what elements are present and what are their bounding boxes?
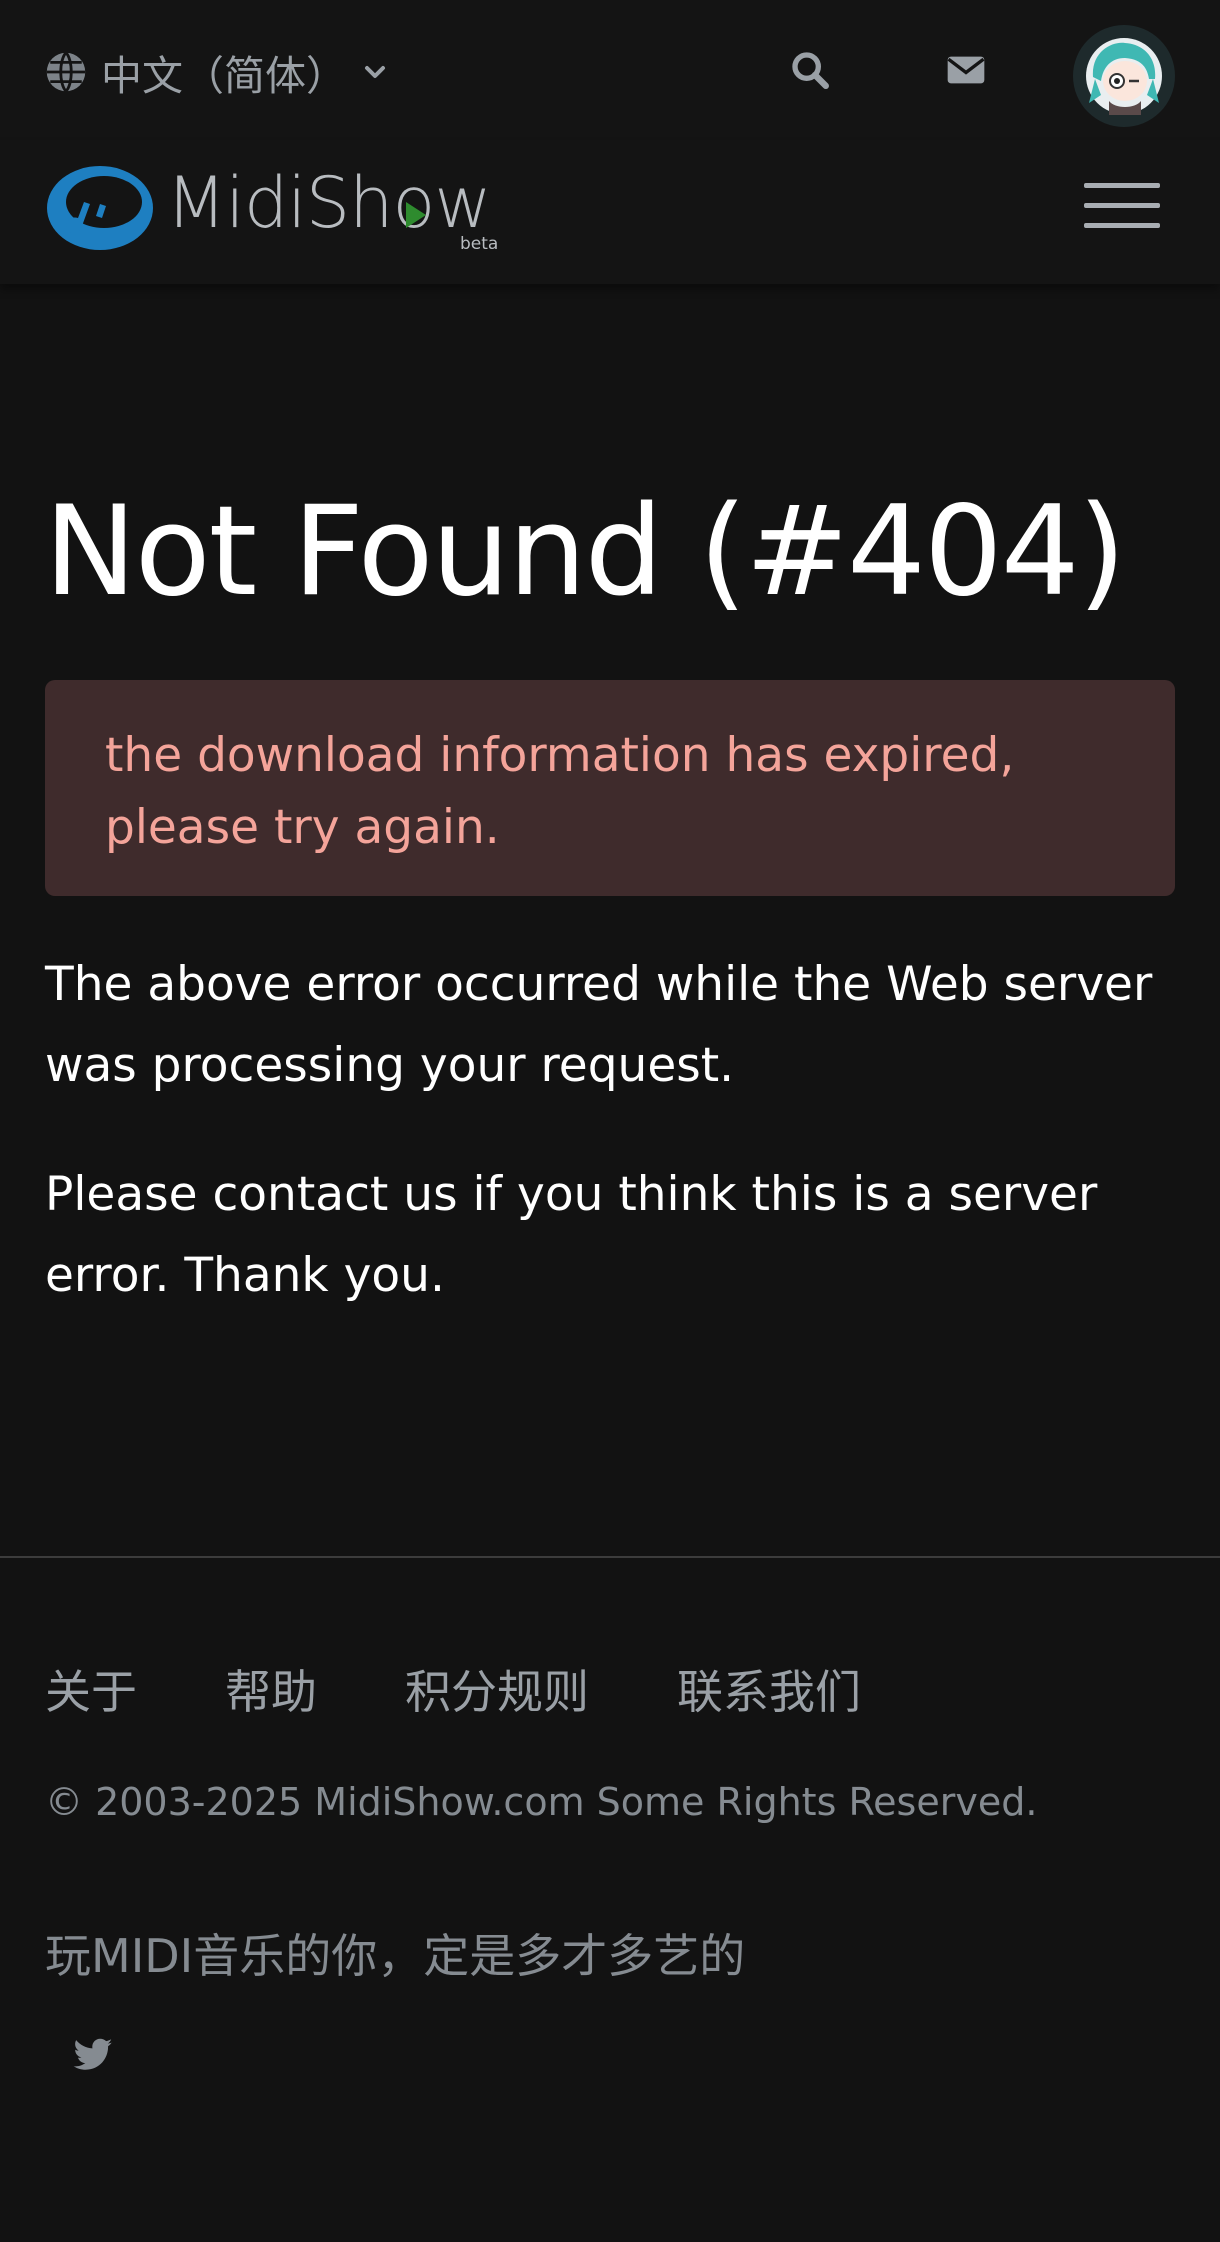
language-label: 中文（简体） [101,52,347,100]
envelope-icon[interactable] [946,50,986,90]
logo-mark-icon [47,166,153,250]
footer-nav: 关于 帮助 积分规则 联系我们 [45,1656,949,1722]
user-avatar[interactable] [1073,25,1175,127]
language-selector[interactable]: 中文（简体） [45,44,387,100]
midishow-logo[interactable]: MidiShow beta [44,162,504,254]
footer-link-about[interactable]: 关于 [45,1656,137,1722]
footer-link-contact[interactable]: 联系我们 [677,1656,861,1722]
avatar-image [1086,38,1162,115]
twitter-icon[interactable] [72,2034,114,2076]
contact-note: Please contact us if you think this is a… [45,1167,1098,1303]
top-bar: 中文（简体） [0,0,1220,140]
logo-text: MidiShow [166,162,492,244]
search-icon[interactable] [790,50,830,90]
error-message: the download information has expired, pl… [105,728,1015,855]
footer-link-help[interactable]: 帮助 [225,1656,317,1722]
error-alert: the download information has expired, pl… [45,680,1175,896]
brand-bar: MidiShow beta [0,140,1220,284]
play-icon [406,202,426,228]
globe-icon [46,51,86,93]
error-description: The above error occurred while the Web s… [45,957,1153,1093]
footer-slogan: 玩MIDI音乐的你，定是多才多艺的 [45,1929,746,1983]
footer-divider [0,1556,1220,1558]
chevron-down-icon [365,66,385,78]
logo-beta-badge: beta [460,234,499,254]
page-title: Not Found (#404) [44,480,1126,624]
hamburger-icon[interactable] [1084,183,1160,229]
copyright: © 2003-2025 MidiShow.com Some Rights Res… [45,1780,1038,1824]
footer-link-points-rules[interactable]: 积分规则 [405,1656,589,1722]
